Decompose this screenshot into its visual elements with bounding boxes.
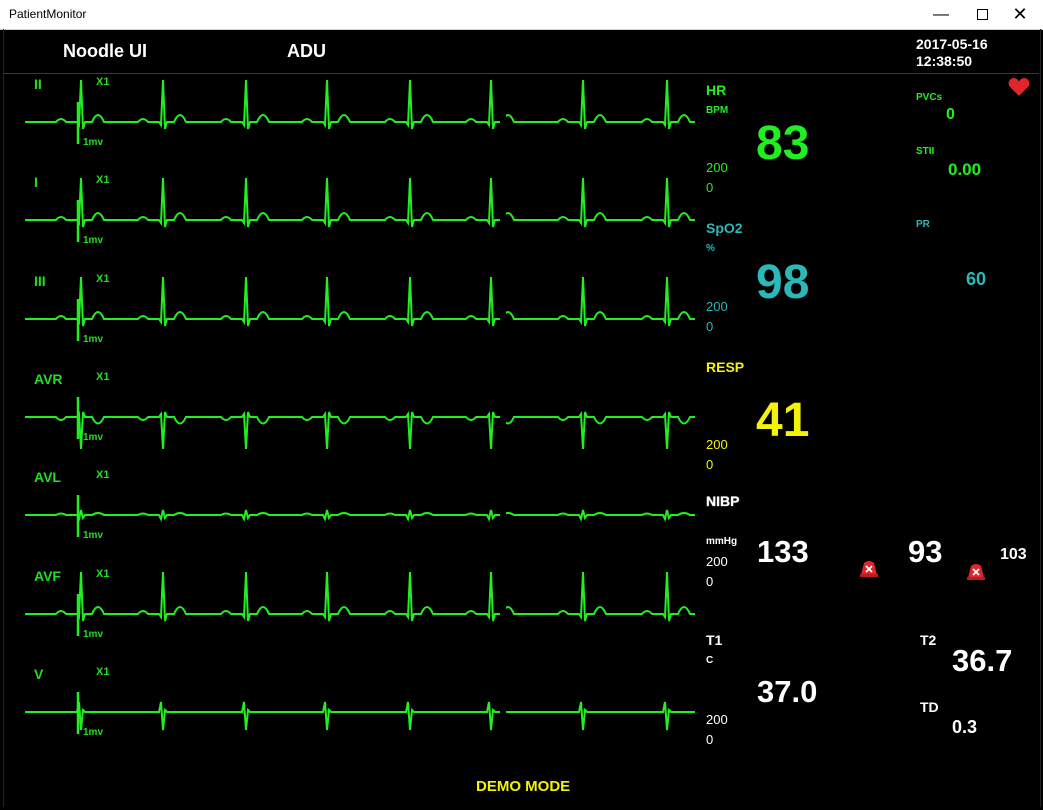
demo-mode-banner: DEMO MODE — [476, 778, 571, 795]
heart-icon — [1008, 78, 1030, 96]
nibp-diastolic: 93 — [908, 534, 943, 569]
date-display: 2017-05-16 — [916, 36, 988, 52]
patient-type[interactable]: ADU — [287, 41, 326, 62]
app-name: Noodle UI — [63, 41, 147, 61]
ecg-waveform — [25, 470, 695, 550]
resp-value: 41 — [756, 394, 810, 447]
spo2-value: 98 — [756, 256, 810, 309]
temp-high-limit: 200 — [706, 712, 728, 727]
ecg-trace — [25, 79, 695, 130]
hr-low-limit: 0 — [706, 180, 714, 195]
resp-label: RESP — [706, 359, 745, 375]
maximize-icon — [976, 9, 988, 20]
st-value: 0.00 — [948, 160, 982, 179]
ecg-waveform — [25, 372, 695, 452]
hr-unit: BPM — [706, 105, 729, 116]
close-icon: ✕ — [1012, 4, 1028, 24]
sweep-gap — [500, 470, 506, 550]
sweep-gap — [500, 569, 506, 649]
sweep-gap — [500, 667, 506, 747]
pr-label: PR — [916, 219, 930, 230]
title-bar: PatientMonitor — ✕ — [0, 0, 1043, 30]
st-label: STII — [916, 146, 935, 157]
ecg-waveform — [25, 667, 695, 747]
ecg-waveform — [25, 77, 695, 157]
nibp-high-limit: 200 — [706, 554, 728, 569]
hr-high-limit: 200 — [706, 160, 728, 175]
header-separator — [3, 73, 1039, 74]
ecg-trace — [25, 410, 695, 450]
sweep-gap — [500, 372, 506, 452]
ecg-trace — [25, 177, 695, 228]
spo2-low-limit: 0 — [706, 319, 714, 334]
sweep-gap — [500, 274, 506, 354]
window-title: PatientMonitor — [9, 7, 87, 21]
nibp-low-limit: 0 — [706, 574, 714, 589]
spo2-high-limit: 200 — [706, 299, 728, 314]
hr-label: HR — [706, 82, 727, 98]
pr-value: 60 — [966, 269, 987, 289]
pvcs-label: PVCs — [916, 92, 943, 103]
sweep-gap — [500, 175, 506, 255]
td-label: TD — [920, 699, 939, 715]
resp-low-limit: 0 — [706, 457, 714, 472]
hr-value: 83 — [756, 117, 810, 170]
ecg-trace — [25, 571, 695, 622]
t1-label: T1 — [706, 632, 723, 648]
time-display: 12:38:50 — [916, 53, 973, 69]
t2-value: 36.7 — [952, 643, 1013, 678]
sweep-gap — [500, 77, 506, 157]
ecg-trace — [25, 701, 695, 731]
minimize-button[interactable]: — — [918, 0, 964, 29]
ecg-trace — [25, 276, 695, 327]
nibp-label: NIBP — [706, 493, 740, 509]
ecg-waveform — [25, 175, 695, 255]
pvcs-value: 0 — [946, 106, 955, 123]
td-value: 0.3 — [952, 717, 978, 737]
temp-unit: C — [706, 655, 714, 666]
spo2-label: SpO2 — [706, 220, 743, 236]
alarm-off-icon[interactable] — [859, 558, 879, 578]
t2-label: T2 — [920, 632, 937, 648]
alarm-off-icon[interactable] — [966, 561, 986, 581]
ecg-trace — [25, 509, 695, 522]
ecg-waveform — [25, 569, 695, 649]
close-button[interactable]: ✕ — [997, 0, 1043, 29]
temp-low-limit: 0 — [706, 732, 714, 747]
spo2-unit: % — [706, 243, 715, 254]
nibp-mean: 103 — [1000, 546, 1027, 563]
ecg-waveform — [25, 274, 695, 354]
t1-value: 37.0 — [757, 674, 818, 709]
nibp-systolic: 133 — [757, 534, 809, 569]
minimize-icon: — — [933, 5, 949, 23]
resp-high-limit: 200 — [706, 437, 728, 452]
nibp-unit: mmHg — [706, 536, 738, 547]
